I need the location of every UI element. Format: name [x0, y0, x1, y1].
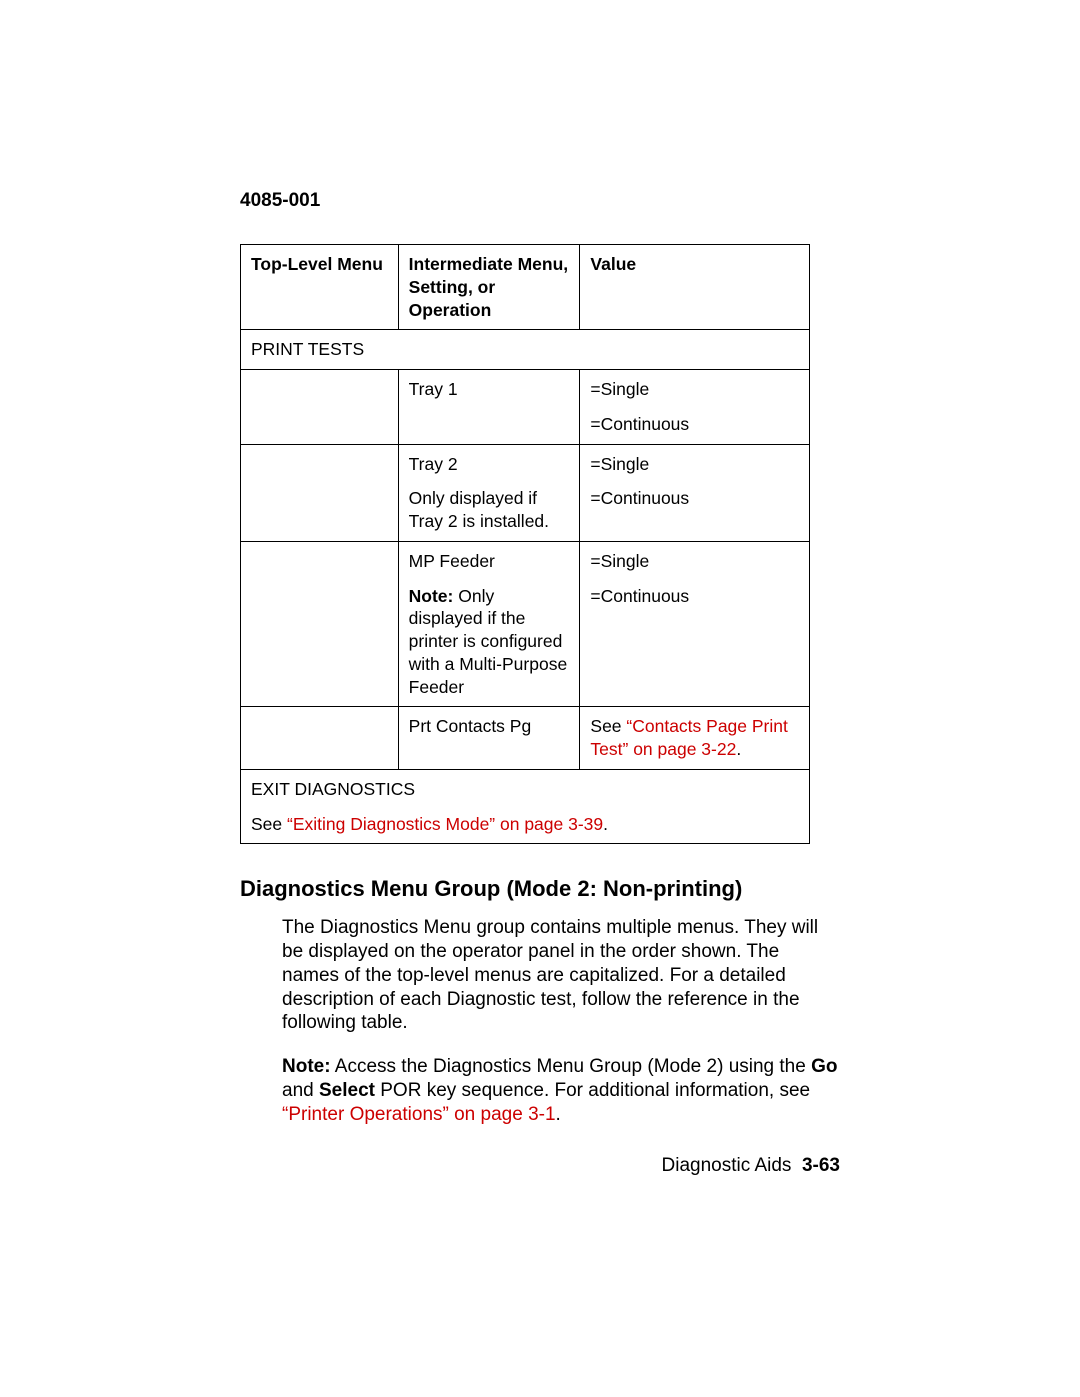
body-text: Access the Diagnostics Menu Group (Mode … [331, 1056, 812, 1077]
footer-section: Diagnostic Aids [662, 1155, 792, 1176]
note-label: Note: [282, 1056, 331, 1077]
cell-text: See [590, 716, 626, 736]
paragraph-note: Note: Access the Diagnostics Menu Group … [282, 1055, 840, 1126]
table-row: Prt Contacts Pg See “Contacts Page Print… [241, 707, 810, 770]
body-text: and [282, 1080, 319, 1101]
cell-text: Tray 2 [409, 453, 570, 476]
cell-empty [241, 444, 399, 541]
cell-empty [241, 707, 399, 770]
cell-text: MP Feeder [409, 550, 570, 573]
cell-value: =Single =Continuous [580, 541, 810, 707]
select-label: Select [319, 1080, 375, 1101]
exit-diagnostics-label: EXIT DIAGNOSTICS [251, 778, 799, 801]
page-footer: Diagnostic Aids 3-63 [662, 1155, 841, 1177]
cell-empty [241, 541, 399, 707]
cell-note: Note: Only displayed if the printer is c… [409, 585, 570, 699]
diagnostics-table: Top-Level Menu Intermediate Menu, Settin… [240, 244, 810, 844]
cell-empty [241, 370, 399, 445]
link-printer-operations[interactable]: “Printer Operations” on page 3-1 [282, 1104, 556, 1125]
cell-text: =Single [590, 550, 799, 573]
link-exiting-diagnostics[interactable]: “Exiting Diagnostics Mode” on page 3-39 [287, 814, 603, 834]
cell-value: =Single =Continuous [580, 370, 810, 445]
header-top-level-menu: Top-Level Menu [241, 245, 399, 330]
cell-text: =Single [590, 378, 799, 401]
cell-intermediate: MP Feeder Note: Only displayed if the pr… [398, 541, 580, 707]
cell-text: =Continuous [590, 585, 799, 608]
cell-text: . [603, 814, 608, 834]
cell-text: . [736, 739, 741, 759]
go-label: Go [811, 1056, 837, 1077]
cell-text: See [251, 814, 287, 834]
paragraph: The Diagnostics Menu group contains mult… [282, 916, 840, 1035]
cell-text: =Continuous [590, 413, 799, 436]
cell-text: Only displayed if Tray 2 is installed. [409, 487, 570, 533]
cell-value: See “Contacts Page Print Test” on page 3… [580, 707, 810, 770]
table-row: Tray 1 =Single =Continuous [241, 370, 810, 445]
header-intermediate-menu: Intermediate Menu, Setting, or Operation [398, 245, 580, 330]
cell-intermediate: Tray 2 Only displayed if Tray 2 is insta… [398, 444, 580, 541]
table-row: MP Feeder Note: Only displayed if the pr… [241, 541, 810, 707]
document-number: 4085-001 [240, 190, 840, 212]
cell-intermediate: Tray 1 [398, 370, 580, 445]
cell-text: =Single [590, 453, 799, 476]
table-row: Tray 2 Only displayed if Tray 2 is insta… [241, 444, 810, 541]
footer-page-number: 3-63 [802, 1155, 840, 1176]
print-tests-row: PRINT TESTS [241, 330, 810, 370]
cell-text: Tray 1 [409, 378, 570, 401]
body-text: POR key sequence. For additional informa… [375, 1080, 810, 1101]
exit-diagnostics-row: EXIT DIAGNOSTICS See “Exiting Diagnostic… [241, 769, 810, 844]
body-text: . [556, 1104, 561, 1125]
cell-intermediate: Prt Contacts Pg [398, 707, 580, 770]
header-value: Value [580, 245, 810, 330]
section-heading: Diagnostics Menu Group (Mode 2: Non-prin… [240, 876, 840, 902]
exit-diagnostics-note: See “Exiting Diagnostics Mode” on page 3… [251, 813, 799, 836]
cell-text: Prt Contacts Pg [409, 715, 570, 738]
cell-value: =Single =Continuous [580, 444, 810, 541]
cell-text: =Continuous [590, 487, 799, 510]
